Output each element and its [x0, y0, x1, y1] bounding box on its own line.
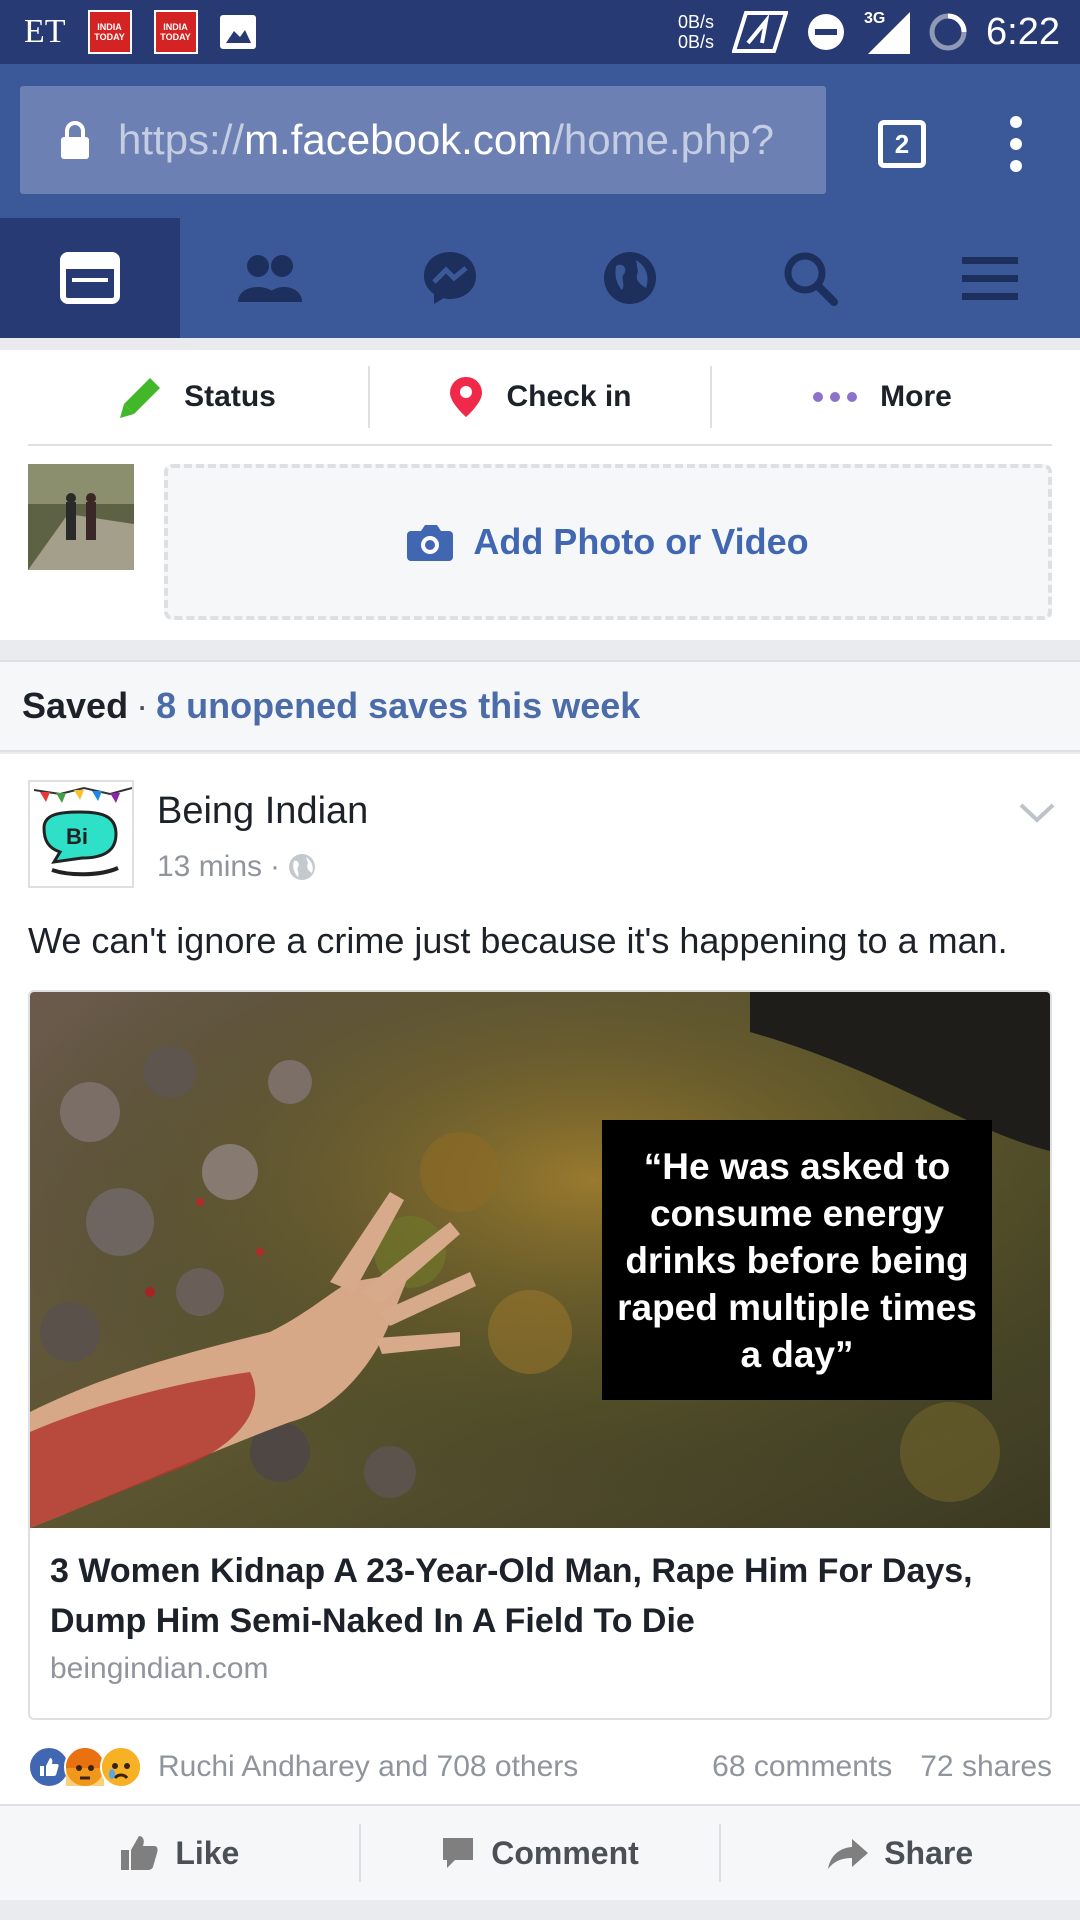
pencil-icon [120, 378, 161, 418]
more-dots-icon [813, 392, 858, 402]
post-action-bar: Like Comment Share [0, 1804, 1080, 1900]
saved-reminder[interactable]: Saved · 8 unopened saves this week [0, 660, 1080, 752]
page-avatar[interactable]: Bi [28, 780, 134, 888]
browser-menu-button[interactable] [1006, 116, 1026, 172]
tab-friends[interactable] [180, 218, 360, 338]
shares-count[interactable]: 72 shares [920, 1750, 1052, 1784]
network-speed: 0B/s 0B/s [678, 12, 715, 52]
friends-icon [238, 255, 302, 302]
facebook-nav-bar [0, 218, 1080, 338]
search-icon [784, 252, 838, 306]
news-feed-icon [60, 252, 120, 304]
comment-icon [443, 1838, 474, 1868]
comment-button[interactable]: Comment [361, 1824, 722, 1882]
browser-toolbar: https://m.facebook.com/home.php? 2 [0, 64, 1080, 218]
tab-menu[interactable] [900, 218, 1080, 338]
svg-text:Bi: Bi [66, 824, 88, 849]
india-today-icon: INDIA TODAY [153, 10, 198, 54]
composer: Status Check in More Add Photo or Video [0, 350, 1080, 640]
sad-reaction-icon [100, 1746, 142, 1788]
share-arrow-icon [828, 1839, 869, 1869]
saved-count-link[interactable]: 8 unopened saves this week [156, 685, 640, 727]
image-notification-icon [219, 15, 256, 49]
url-text: https://m.facebook.com/home.php? [118, 116, 775, 163]
messenger-icon [424, 252, 476, 304]
feed-divider [0, 1900, 1080, 1920]
check-in-button[interactable]: Check in [370, 366, 712, 428]
link-domain: beingindian.com [50, 1652, 269, 1685]
battery-loading-icon [929, 13, 967, 51]
location-pin-icon [450, 377, 483, 417]
status-bar: ET INDIA TODAY INDIA TODAY 0B/s 0B/s 3G … [0, 0, 1080, 64]
comments-count[interactable]: 68 comments [712, 1750, 892, 1784]
tab-switcher-button[interactable]: 2 [878, 120, 926, 168]
address-bar[interactable]: https://m.facebook.com/home.php? [20, 86, 826, 194]
link-preview-card[interactable]: “He was asked to consume energy drinks b… [28, 990, 1052, 1720]
reactions-text[interactable]: Ruchi Andharey and 708 others [158, 1750, 578, 1784]
et-app-icon: ET [24, 13, 66, 50]
lock-icon [61, 121, 89, 159]
chevron-down-icon [1019, 803, 1055, 823]
image-quote: “He was asked to consume energy drinks b… [602, 1120, 992, 1400]
like-button[interactable]: Like [0, 1824, 361, 1882]
do-not-disturb-icon [808, 14, 845, 50]
saved-label: Saved [22, 685, 129, 726]
post-author[interactable]: Being Indian [157, 790, 368, 833]
tab-notifications[interactable] [540, 218, 720, 338]
post-time[interactable]: 13 mins [157, 850, 262, 884]
menu-icon [962, 257, 1018, 300]
india-today-icon: INDIA TODAY [87, 10, 132, 54]
nfc-icon [732, 11, 789, 53]
signal-icon: 3G [864, 10, 911, 54]
reactions-summary[interactable]: Ruchi Andharey and 708 others 68 comment… [28, 1742, 1052, 1792]
notifications-globe-icon [604, 252, 656, 304]
add-photo-video-button[interactable]: Add Photo or Video [164, 464, 1052, 620]
post-text: We can't ignore a crime just because it'… [28, 920, 1008, 961]
link-image: “He was asked to consume energy drinks b… [30, 992, 1050, 1528]
tab-news-feed[interactable] [0, 218, 180, 338]
tab-messenger[interactable] [360, 218, 540, 338]
more-button[interactable]: More [712, 366, 1052, 428]
thumbs-up-icon [121, 1836, 158, 1870]
tab-search[interactable] [720, 218, 900, 338]
clock: 6:22 [986, 10, 1060, 53]
post-options-button[interactable] [1018, 802, 1056, 829]
post-meta: 13 mins · [157, 850, 316, 884]
link-title[interactable]: 3 Women Kidnap A 23-Year-Old Man, Rape H… [50, 1546, 1040, 1646]
camera-icon [407, 525, 454, 561]
avatar[interactable] [28, 464, 134, 570]
share-button[interactable]: Share [721, 1824, 1080, 1882]
status-button[interactable]: Status [28, 366, 370, 428]
feed-post: Bi Being Indian 13 mins · We can't ignor… [0, 754, 1080, 1900]
globe-icon [289, 854, 316, 880]
